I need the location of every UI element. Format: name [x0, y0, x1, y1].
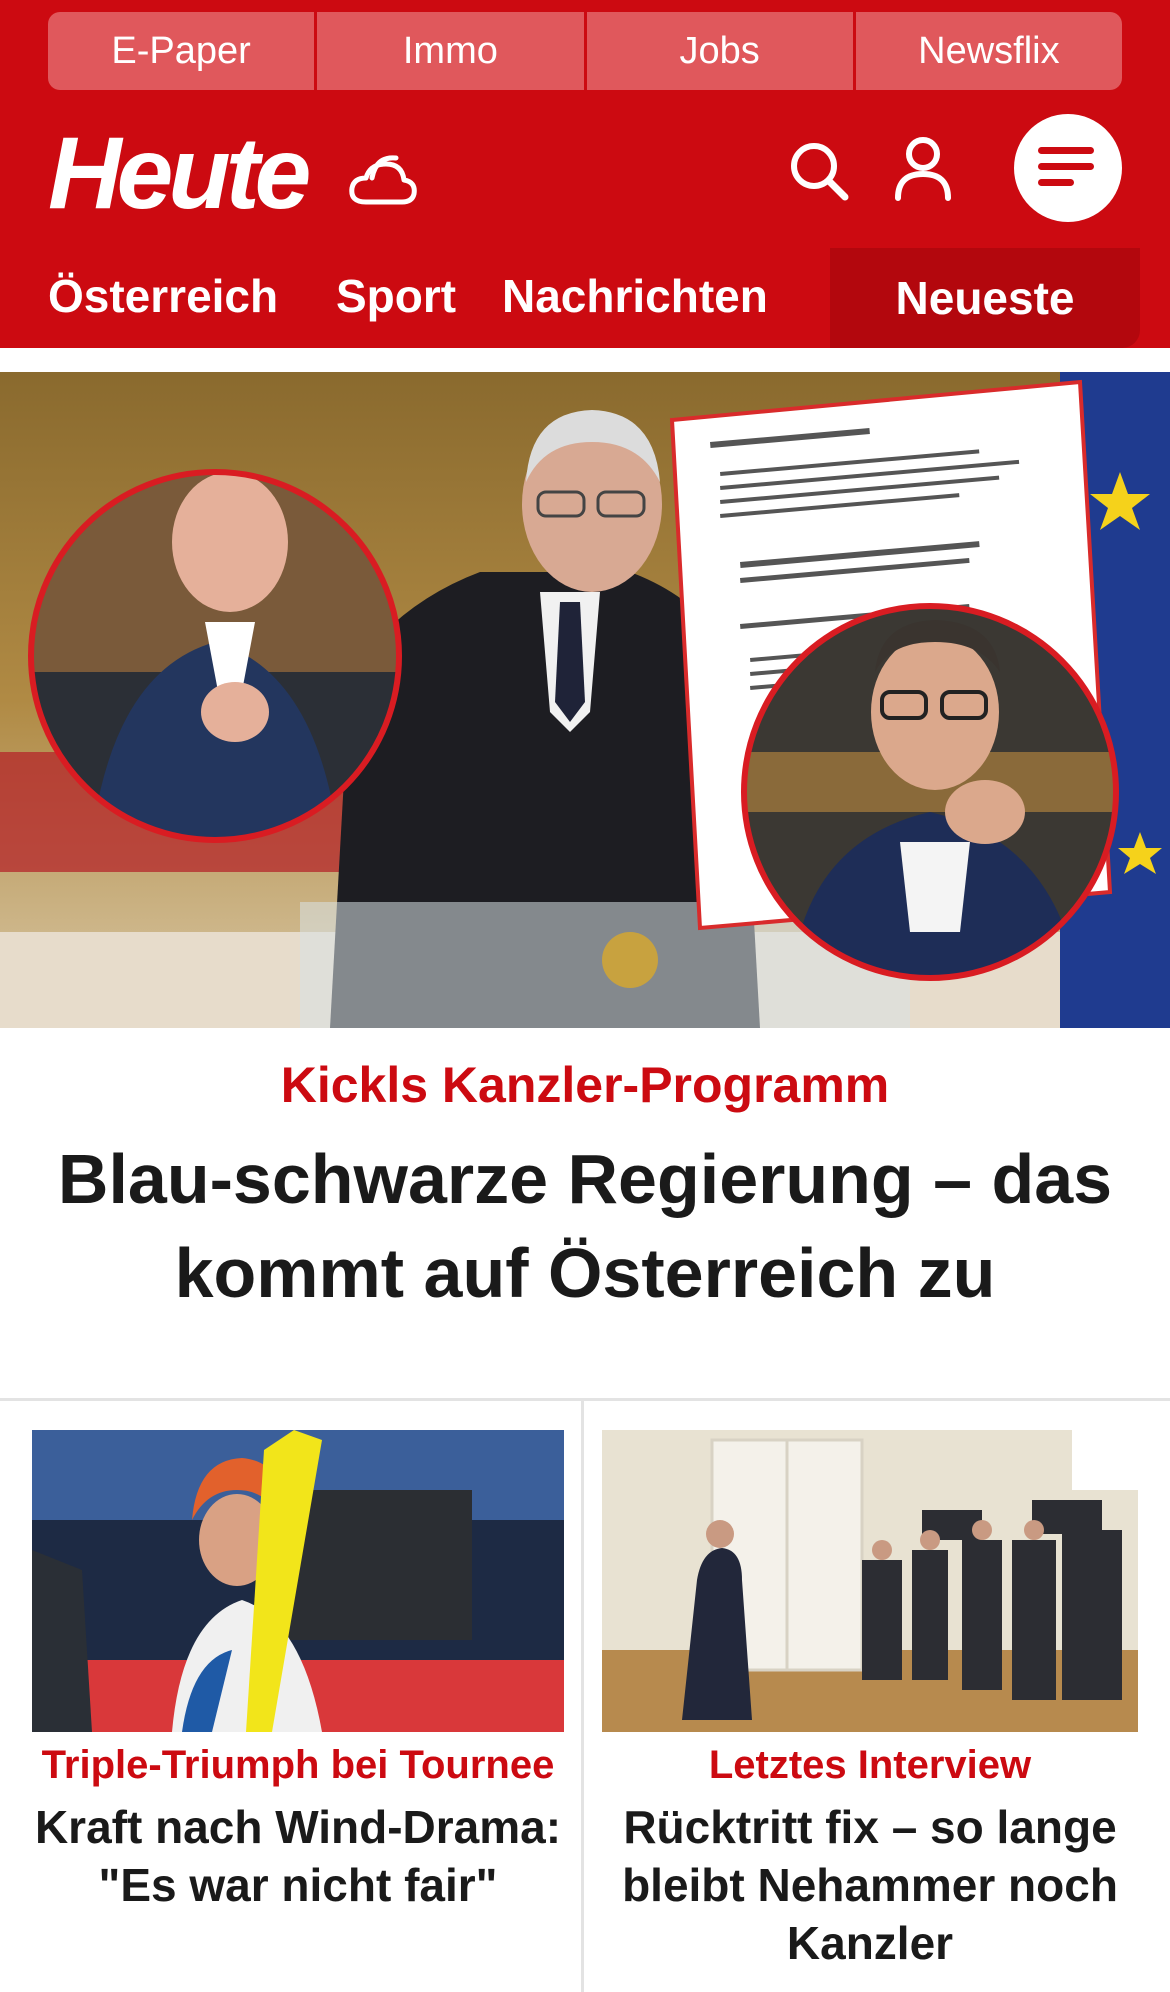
site-header: E-Paper Immo Jobs Newsflix Heute Österre…: [0, 0, 1170, 348]
menu-button[interactable]: [1014, 114, 1122, 222]
skijump-photo-illustration: [32, 1430, 564, 1732]
hero-headline[interactable]: Blau-schwarze Regierung – das kommt auf …: [35, 1132, 1135, 1320]
card-kicker[interactable]: Triple-Triumph bei Tournee: [32, 1738, 564, 1792]
weather-cloud-icon[interactable]: [346, 150, 420, 210]
top-navigation: E-Paper Immo Jobs Newsflix: [48, 12, 1122, 90]
card-kicker[interactable]: Letztes Interview: [602, 1738, 1138, 1792]
heute-logo[interactable]: Heute: [48, 122, 311, 224]
hero-kicker[interactable]: Kickls Kanzler-Programm: [0, 1050, 1170, 1120]
search-icon[interactable]: [788, 140, 850, 202]
topnav-immo[interactable]: Immo: [317, 12, 584, 90]
menu-icon: [1038, 145, 1098, 192]
card-title[interactable]: Kraft nach Wind-Drama: "Es war nicht fai…: [32, 1798, 564, 1914]
brand-row: Heute: [0, 100, 1170, 250]
topnav-epaper[interactable]: E-Paper: [48, 12, 315, 90]
section-navigation: Österreich Sport Nachrichten Neueste: [0, 248, 1170, 348]
article-card-kraft[interactable]: Triple-Triumph bei Tournee Kraft nach Wi…: [32, 1430, 564, 1914]
article-card-nehammer[interactable]: Letztes Interview Rücktritt fix – so lan…: [602, 1430, 1138, 1972]
section-nachrichten[interactable]: Nachrichten: [502, 266, 768, 326]
section-neueste[interactable]: Neueste: [830, 248, 1140, 348]
topnav-newsflix[interactable]: Newsflix: [855, 12, 1122, 90]
section-sport[interactable]: Sport: [336, 266, 456, 326]
column-divider: [581, 1401, 584, 1992]
topnav-jobs[interactable]: Jobs: [586, 12, 853, 90]
article-image-skijump[interactable]: [32, 1430, 564, 1732]
section-oesterreich[interactable]: Österreich: [48, 266, 278, 326]
hero-photo-illustration: [0, 372, 1170, 1028]
section-divider: [0, 1398, 1170, 1401]
hero-article: Kickls Kanzler-Programm Blau-schwarze Re…: [0, 1050, 1170, 1320]
card-title[interactable]: Rücktritt fix – so lange bleibt Nehammer…: [602, 1798, 1138, 1972]
article-image-press-room[interactable]: [602, 1430, 1138, 1732]
hero-image[interactable]: [0, 372, 1170, 1028]
user-icon[interactable]: [892, 136, 954, 202]
press-room-photo-illustration: [602, 1430, 1138, 1732]
